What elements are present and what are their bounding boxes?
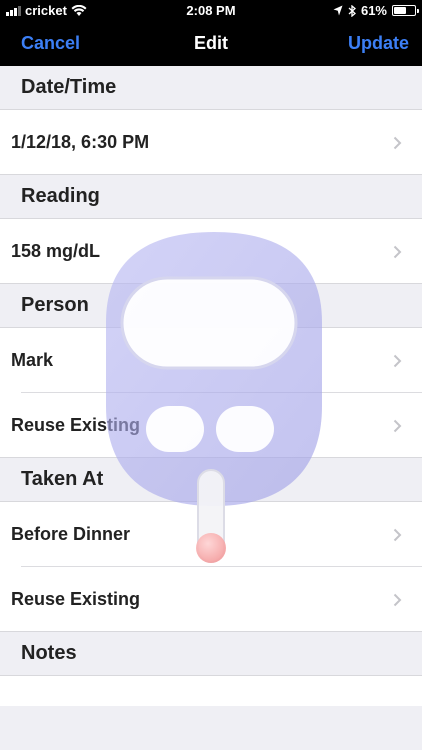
section-header-datetime: Date/Time [0,66,422,110]
status-right: 61% [333,3,419,18]
battery-percent: 61% [360,3,387,18]
location-icon [333,5,343,16]
form-content: Date/Time 1/12/18, 6:30 PM Reading 158 m… [0,66,422,750]
chevron-right-icon [393,136,402,150]
person-reuse-label: Reuse Existing [11,414,141,435]
datetime-row[interactable]: 1/12/18, 6:30 PM [0,110,422,175]
battery-icon [392,5,419,16]
status-bar: cricket 2:08 PM 61% [0,0,422,22]
chevron-right-icon [393,419,402,433]
section-header-taken-at: Taken At [0,458,422,502]
chevron-right-icon [393,245,402,259]
chevron-right-icon [393,354,402,368]
datetime-value: 1/12/18, 6:30 PM [11,131,150,152]
battery-fill [394,7,407,14]
taken-at-row[interactable]: Before Dinner [0,502,422,567]
person-value: Mark [11,350,54,370]
reading-value: 158 mg/dL [11,240,101,261]
taken-at-value: Before Dinner [11,524,131,544]
person-row[interactable]: Mark [0,328,422,393]
cancel-button[interactable]: Cancel [21,33,80,54]
person-reuse-row[interactable]: Reuse Existing [0,393,422,458]
navigation-bar: Cancel Edit Update [0,22,422,66]
reading-row[interactable]: 158 mg/dL [0,219,422,284]
section-header-notes: Notes [0,632,422,676]
section-header-person: Person [0,284,422,328]
taken-at-reuse-row[interactable]: Reuse Existing [0,567,422,632]
chevron-right-icon [393,593,402,607]
notes-field[interactable] [0,676,422,706]
bluetooth-icon [348,4,356,17]
section-header-reading: Reading [0,175,422,219]
chevron-right-icon [393,528,402,542]
update-button[interactable]: Update [348,33,409,54]
taken-at-reuse-label: Reuse Existing [11,588,141,609]
